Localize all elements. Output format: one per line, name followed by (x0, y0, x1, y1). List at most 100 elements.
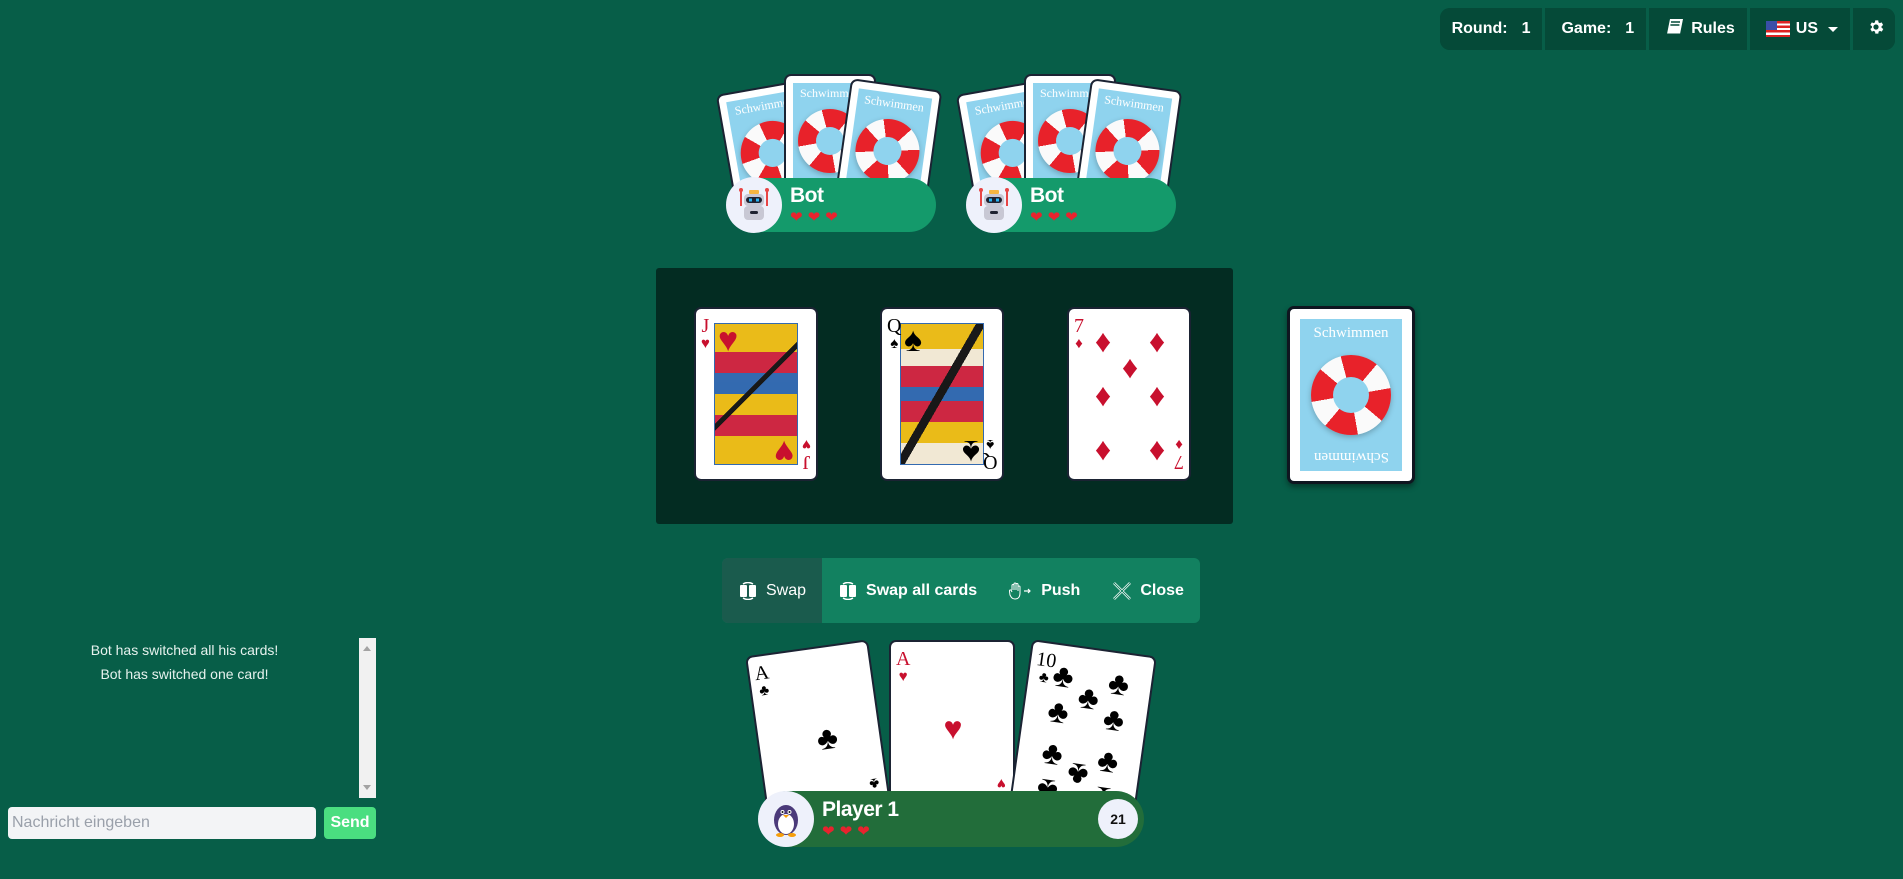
chat-scrollbar[interactable] (359, 638, 376, 798)
round-label: Round: (1451, 20, 1508, 37)
club-pip: ♣ (1050, 656, 1077, 696)
card-corner: Q ♠ (982, 436, 997, 473)
game-value: 1 (1625, 20, 1635, 37)
table-card-jack-of-hearts[interactable]: ♥ ♥ J ♥ J ♥ (694, 307, 818, 481)
heart-icon: ❤ (1065, 209, 1078, 226)
table-area: ♥ ♥ J ♥ J ♥ ♠ ♠ Q ♠ Q ♠ 7 ♦ ♦ ♦ ♦ ♦ ♦ ♦ ♦ 7 ♦ (656, 268, 1233, 524)
card-corner: Q ♠ (887, 315, 902, 352)
draw-pile[interactable]: Schwimmen Schwimmen (1287, 306, 1415, 484)
round-value: 1 (1521, 20, 1531, 37)
lives: ❤ ❤ ❤ (822, 824, 899, 840)
heart-icon: ❤ (1047, 209, 1061, 226)
swap-all-icon (838, 581, 858, 600)
close-button[interactable]: Close (1096, 558, 1200, 623)
diamond-pip: ♦ (1094, 323, 1112, 359)
card-back-label: Schwimmen (863, 92, 925, 115)
heart-icon: ❤ (1030, 209, 1043, 226)
language-value: US (1795, 20, 1818, 37)
card-corner: J ♥ (802, 436, 811, 473)
club-pip: ♣ (1100, 699, 1127, 739)
robot-icon (966, 177, 1022, 233)
diamond-pip: ♦ (1094, 431, 1112, 467)
heart-icon: ♥ (773, 433, 794, 471)
swap-icon (738, 581, 758, 600)
club-pip: ♣ (814, 718, 841, 758)
card-back-label: Schwimmen (1313, 325, 1389, 341)
scroll-up-icon[interactable] (363, 646, 371, 651)
club-pip: ♣ (1095, 741, 1121, 781)
heart-icon: ❤ (807, 209, 821, 226)
heart-icon: ❤ (857, 823, 870, 840)
round-indicator: Round: 1 (1439, 8, 1546, 50)
player-nameplate: Player 1 ❤ ❤ ❤ 21 (758, 791, 1144, 847)
club-pip: ♣ (1039, 733, 1066, 773)
heart-icon: ❤ (790, 209, 803, 226)
game-indicator: Game: 1 (1549, 8, 1650, 50)
us-flag-icon (1765, 21, 1790, 37)
game-label: Game: (1561, 20, 1612, 37)
close-label: Close (1140, 581, 1184, 599)
club-pip: ♣ (1045, 692, 1072, 731)
diamond-pip: ♦ (1148, 431, 1166, 467)
gear-icon (1867, 18, 1885, 41)
spade-icon: ♠ (904, 321, 923, 359)
penguin-icon (758, 791, 814, 847)
swap-all-cards-button[interactable]: Swap all cards (822, 558, 993, 623)
card-corner: J ♥ (701, 315, 710, 352)
settings-button[interactable] (1857, 8, 1895, 50)
club-pip: ♣ (1075, 678, 1102, 717)
player-name: Player 1 (822, 798, 899, 821)
chat-message: Bot has switched one card! (100, 666, 269, 682)
lifebuoy-icon (1091, 114, 1164, 188)
opponent-2: Schwimmen Schwimmen Schwimmen Bot ❤ ❤ ❤ (955, 72, 1183, 233)
rules-button[interactable]: Rules (1653, 8, 1750, 50)
swap-button[interactable]: Swap (722, 558, 823, 623)
push-button[interactable]: Push (993, 558, 1096, 623)
chat-log: Bot has switched all his cards! Bot has … (8, 638, 361, 798)
heart-pip: ♥ (943, 710, 963, 746)
card-back-label: Schwimmen (1313, 449, 1389, 465)
score-badge: 21 (1098, 799, 1138, 839)
opponent-name: Bot (790, 184, 824, 207)
lifebuoy-icon (851, 114, 924, 188)
chevron-down-icon (1828, 26, 1838, 32)
robot-icon (726, 177, 782, 233)
hand-push-icon (1009, 582, 1033, 600)
close-icon (1112, 581, 1132, 601)
push-label: Push (1041, 581, 1081, 599)
diamond-pip: ♦ (1094, 377, 1112, 413)
send-button[interactable]: Send (324, 807, 376, 839)
opponent-name: Bot (1030, 184, 1064, 207)
chat-message-input[interactable] (8, 807, 316, 839)
language-select[interactable]: US (1753, 8, 1853, 50)
club-pip: ♣ (1105, 664, 1132, 703)
table-card-queen-of-spades[interactable]: ♠ ♠ Q ♠ Q ♠ (880, 307, 1004, 481)
card-corner: A♣ (753, 661, 771, 700)
card-corner: 7 ♦ (1174, 436, 1184, 473)
chat-message: Bot has switched all his cards! (90, 642, 279, 658)
card-back-label: Schwimmen (1103, 92, 1165, 115)
diamond-pip: ♦ (1148, 323, 1166, 359)
diamond-pip: ♦ (1121, 349, 1139, 385)
opponent-1: Schwimmen Schwimmen Schwimmen Bot ❤ ❤ ❤ (715, 72, 943, 233)
club-pip: ♣ (1064, 755, 1091, 795)
scroll-down-icon[interactable] (363, 785, 371, 790)
opponent-nameplate: Bot ❤ ❤ ❤ (966, 177, 1176, 233)
opponent-nameplate: Bot ❤ ❤ ❤ (726, 177, 936, 233)
card-corner: A♥ (896, 648, 911, 685)
rules-label: Rules (1691, 20, 1735, 37)
heart-icon: ❤ (839, 823, 853, 840)
lives: ❤ ❤ ❤ (790, 210, 838, 226)
heart-icon: ♥ (718, 321, 739, 359)
lives: ❤ ❤ ❤ (1030, 210, 1078, 226)
heart-icon: ❤ (822, 823, 835, 840)
heart-icon: ❤ (825, 209, 838, 226)
swap-all-cards-label: Swap all cards (866, 581, 978, 599)
spade-icon: ♠ (961, 433, 980, 471)
action-bar: Swap Swap all cards Push Close (722, 558, 1200, 623)
table-card-seven-of-diamonds[interactable]: 7 ♦ ♦ ♦ ♦ ♦ ♦ ♦ ♦ 7 ♦ (1067, 307, 1191, 481)
diamond-pip: ♦ (1148, 377, 1166, 413)
card-corner: 7 ♦ (1074, 315, 1084, 352)
book-icon (1665, 18, 1685, 41)
status-bar: Round: 1 Game: 1 Rules US (1439, 8, 1895, 50)
